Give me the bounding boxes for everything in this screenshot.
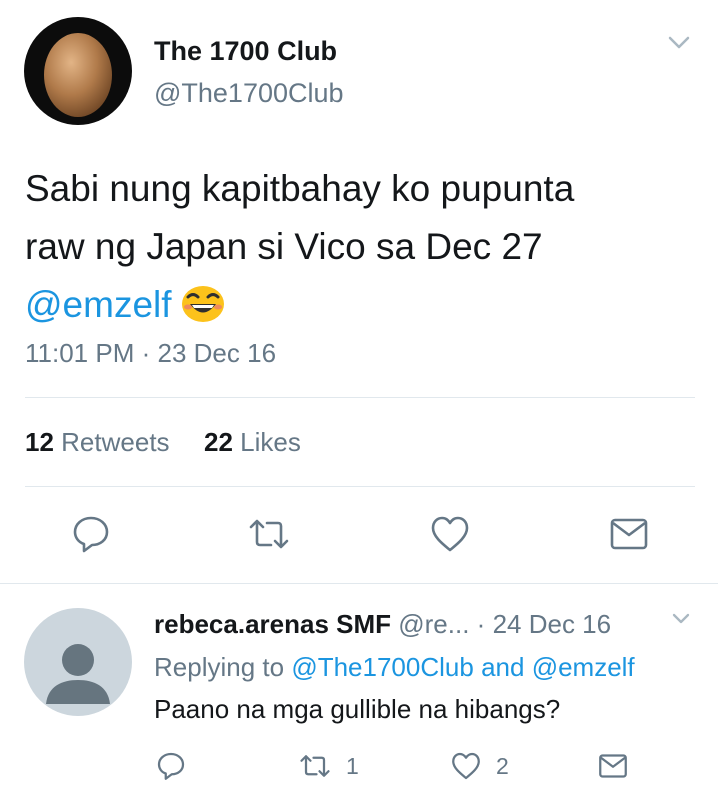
replying-to: Replying to @The1700Club and @emzelf bbox=[154, 652, 635, 683]
retweet-icon bbox=[249, 519, 289, 549]
separator: · bbox=[476, 609, 486, 639]
direct-message-button[interactable] bbox=[608, 514, 648, 554]
likes-label: Likes bbox=[240, 427, 301, 457]
chevron-down-icon[interactable] bbox=[668, 36, 690, 55]
tweet-time: 11:01 PM bbox=[25, 338, 135, 368]
replying-to-user: @emzelf bbox=[531, 652, 635, 682]
likes-stat[interactable]: 22 Likes bbox=[204, 427, 301, 457]
replying-to-label: Replying to bbox=[154, 652, 285, 682]
replying-and: and bbox=[481, 652, 525, 682]
tweet-text-line: @emzelf bbox=[25, 276, 695, 340]
tweet-text-line: Sabi nung kapitbahay ko pupunta bbox=[25, 168, 575, 209]
tweet-date: 23 Dec 16 bbox=[157, 338, 277, 368]
retweet-icon bbox=[300, 755, 330, 777]
envelope-icon bbox=[599, 754, 627, 778]
tweet-text-line: raw ng Japan si Vico sa Dec 27 bbox=[25, 226, 543, 267]
like-button[interactable] bbox=[429, 514, 469, 554]
reply-direct-message-button[interactable] bbox=[597, 751, 629, 781]
reply-reply-button[interactable] bbox=[156, 751, 186, 781]
mention-link[interactable]: @The1700Club and @emzelf bbox=[291, 652, 634, 682]
author-name[interactable]: The 1700 Club bbox=[154, 36, 337, 67]
reply-icon bbox=[73, 516, 109, 553]
avatar[interactable] bbox=[24, 608, 132, 716]
replying-to-user: @The1700Club bbox=[291, 652, 474, 682]
smiling-face-emoji-icon bbox=[180, 282, 226, 340]
tweet-stats: 12 Retweets 22 Likes bbox=[25, 427, 301, 458]
egg-avatar-icon bbox=[44, 33, 112, 117]
like-count: 2 bbox=[496, 752, 509, 779]
heart-icon bbox=[431, 516, 469, 552]
envelope-icon bbox=[610, 518, 648, 550]
retweet-count: 1 bbox=[346, 752, 359, 779]
default-user-icon bbox=[46, 644, 110, 704]
heart-icon bbox=[452, 752, 480, 780]
reply-icon bbox=[157, 752, 185, 780]
reply-author-handle[interactable]: @re... bbox=[398, 609, 469, 639]
reply-text: Paano na mga gullible na hibangs? bbox=[154, 694, 561, 724]
reply-retweet-button[interactable]: 1 bbox=[298, 751, 359, 781]
retweets-label: Retweets bbox=[61, 427, 170, 457]
reply-header: rebeca.arenas SMF @re... · 24 Dec 16 bbox=[154, 609, 611, 640]
reply-author-name[interactable]: rebeca.arenas SMF bbox=[154, 609, 391, 639]
divider bbox=[25, 486, 695, 487]
retweets-count: 12 bbox=[25, 427, 54, 457]
reply-like-button[interactable]: 2 bbox=[450, 751, 509, 781]
tweet-text: Sabi nung kapitbahay ko pupunta raw ng J… bbox=[25, 160, 695, 340]
separator: · bbox=[141, 338, 151, 368]
tweet-timestamp[interactable]: 11:01 PM · 23 Dec 16 bbox=[25, 338, 276, 369]
retweets-stat[interactable]: 12 Retweets bbox=[25, 427, 170, 457]
reply-button[interactable] bbox=[71, 514, 111, 554]
avatar[interactable] bbox=[24, 17, 132, 125]
divider bbox=[25, 397, 695, 398]
author-handle[interactable]: @The1700Club bbox=[154, 78, 344, 109]
retweet-button[interactable] bbox=[247, 514, 289, 554]
mention-link[interactable]: @emzelf bbox=[25, 284, 172, 325]
chevron-down-icon[interactable] bbox=[672, 612, 690, 630]
divider bbox=[0, 583, 718, 584]
likes-count: 22 bbox=[204, 427, 233, 457]
reply-date[interactable]: 24 Dec 16 bbox=[493, 609, 612, 639]
